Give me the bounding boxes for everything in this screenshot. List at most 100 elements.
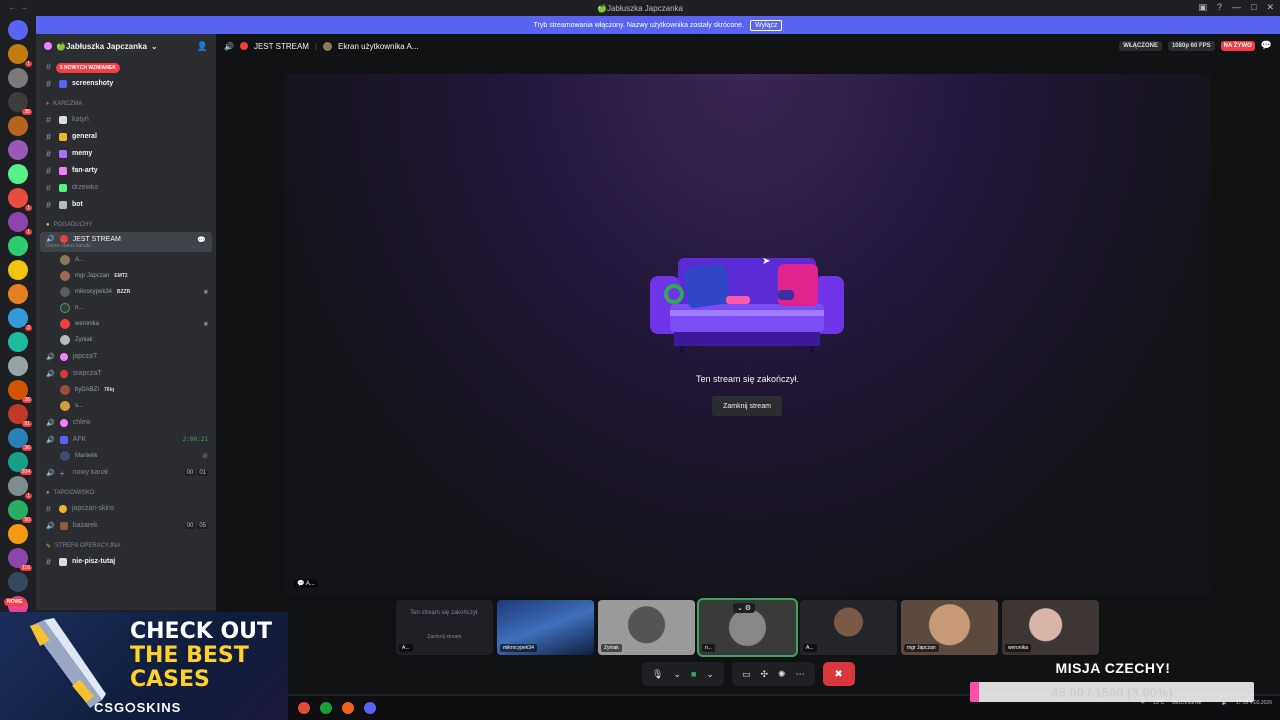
new-mentions-pill[interactable]: 5 NOWYCH WZMIANEK <box>56 63 120 73</box>
leave-stream-button[interactable]: ✖ <box>822 662 855 686</box>
disable-streamer-mode-button[interactable]: Wyłącz <box>749 19 783 31</box>
voice-channel[interactable]: 🔊 srapczaT <box>36 365 216 382</box>
server-icon[interactable] <box>8 116 28 136</box>
new-servers-badge[interactable]: NOWE <box>4 598 26 606</box>
participant-tile[interactable]: Ten stream się zakończył. Zamknij stream… <box>396 600 493 655</box>
help-icon[interactable]: ? <box>1217 2 1222 13</box>
soundboard-icon[interactable]: ✺ <box>778 669 786 680</box>
screen-share-icon[interactable]: ▭ <box>742 669 751 680</box>
more-options-icon[interactable]: ⋯ <box>796 669 805 680</box>
voice-channel[interactable]: 🔊 AFK 2:06:21 <box>36 431 216 448</box>
channel-name: katyń <box>72 116 89 123</box>
activities-icon[interactable]: ✣ <box>760 669 768 680</box>
server-icon[interactable] <box>8 260 28 280</box>
channel-status[interactable]: Ustaw status kanału <box>46 243 91 249</box>
inbox-icon[interactable]: ▣ <box>1198 2 1207 13</box>
participant-tile-selected[interactable]: ⌄ ⚙ n... <box>697 598 798 657</box>
participant-tile[interactable]: weronika <box>1002 600 1099 655</box>
server-icon[interactable] <box>8 68 28 88</box>
channel-item[interactable]: # japczan-skins <box>36 500 216 517</box>
microphone-icon[interactable]: 🎙 <box>652 669 663 680</box>
voice-user[interactable]: byDABZI 76lq <box>36 382 216 398</box>
discord-home-icon[interactable] <box>8 20 28 40</box>
server-icon[interactable]: 50 <box>8 500 32 523</box>
chat-icon[interactable]: 💬 <box>197 236 206 244</box>
server-icon[interactable] <box>8 524 28 544</box>
channel-item[interactable]: # bot <box>36 196 216 213</box>
server-icon[interactable] <box>8 332 28 352</box>
voice-user[interactable]: Maniekk ⊘ <box>36 448 216 464</box>
server-icon[interactable]: 81 <box>8 404 32 427</box>
channel-item[interactable]: # fan-arty <box>36 162 216 179</box>
participant-tile[interactable]: A... <box>800 600 897 655</box>
server-icon[interactable]: 1 <box>8 212 32 235</box>
channel-item[interactable]: # katyń <box>36 111 216 128</box>
channel-name: bot <box>72 201 83 208</box>
voice-user[interactable]: mgr Japczan EMT2 <box>36 268 216 284</box>
camera-icon[interactable]: ■ <box>691 669 696 679</box>
user-name: Zyniak <box>75 337 93 343</box>
channel-item[interactable]: # memy <box>36 145 216 162</box>
server-header[interactable]: 🍏Jabłuszka Japczanka ⌄ 👤 <box>36 34 216 58</box>
category-header[interactable]: ● POGADUCHY <box>36 218 216 232</box>
banner-text: Tryb streamowania włączony. Nazwy użytko… <box>533 21 744 29</box>
server-icon[interactable]: 26 <box>8 380 32 403</box>
server-icon[interactable] <box>8 164 28 184</box>
voice-channel[interactable]: 🔊 + nowy kanał 00 01 <box>36 464 216 481</box>
server-icon[interactable]: 1 <box>8 476 32 499</box>
speaker-icon: 🔊 <box>46 522 55 530</box>
server-icon[interactable] <box>8 356 28 376</box>
voice-channel[interactable]: 🔊 japczaT <box>36 348 216 365</box>
stream-status: WŁĄCZONE 1080p 60 FPS NA ŻYWO 💬 <box>1119 40 1272 51</box>
invite-people-icon[interactable]: 👤 <box>197 41 208 52</box>
server-icon[interactable]: 35 <box>8 92 32 115</box>
chevron-down-icon[interactable]: ⌄ <box>673 669 681 680</box>
voice-user[interactable]: mikrocypek34 BZZR ■ <box>36 284 216 300</box>
category-header[interactable]: ● TARGOWISKO <box>36 486 216 500</box>
voice-channel[interactable]: 🔊 bazarek 00 05 <box>36 517 216 534</box>
voice-user[interactable]: s... <box>36 398 216 414</box>
category-header[interactable]: ✎ STREFA OPERACYJNA <box>36 539 216 553</box>
voice-channel[interactable]: 🔊 chlew <box>36 414 216 431</box>
promo-banner[interactable]: CHECK OUT THE BEST CASES CSG⭘SKINS <box>0 612 288 720</box>
server-icon[interactable]: 204 <box>8 452 32 475</box>
server-icon[interactable]: 1 <box>8 44 32 67</box>
voice-user[interactable]: A... <box>36 252 216 268</box>
brave-browser-icon[interactable] <box>342 702 354 714</box>
channel-emoji-icon <box>59 115 67 124</box>
server-icon[interactable] <box>8 284 28 304</box>
participant-tile[interactable]: mgr Japczan <box>901 600 998 655</box>
live-badge: NA ŻYWO <box>1220 40 1255 51</box>
server-icon[interactable]: 1 <box>8 188 32 211</box>
server-mention-badge: 1 <box>25 61 32 67</box>
user-avatar-icon <box>323 41 333 51</box>
voice-user[interactable]: n... <box>36 300 216 316</box>
server-icon[interactable] <box>8 572 28 592</box>
server-icon[interactable]: 116 <box>8 548 32 571</box>
discord-app-icon[interactable] <box>364 702 376 714</box>
participant-tile[interactable]: mikrocypek34 <box>497 600 594 655</box>
channel-item[interactable]: # screenshoty <box>36 75 216 92</box>
voice-user[interactable]: Zyniak <box>36 332 216 348</box>
tile-actions-icon[interactable]: ⌄ ⚙ <box>733 603 756 613</box>
server-icon[interactable] <box>8 140 28 160</box>
maximize-icon[interactable]: □ <box>1251 2 1256 13</box>
taskbar-app-icon[interactable] <box>298 702 310 714</box>
channel-item[interactable]: # drzewko <box>36 179 216 196</box>
channel-item[interactable]: # nie-pisz-tutaj <box>36 553 216 570</box>
server-icon[interactable]: 2 <box>8 308 32 331</box>
participant-tile[interactable]: Zyniak <box>598 600 695 655</box>
channel-item[interactable]: # general <box>36 128 216 145</box>
category-header[interactable]: ♦ KARCZMA <box>36 97 216 111</box>
chevron-down-icon[interactable]: ⌄ <box>706 669 714 680</box>
voice-user[interactable]: weronika ■ <box>36 316 216 332</box>
close-icon[interactable]: ✕ <box>1266 2 1274 13</box>
close-stream-button[interactable]: Zamknij stream <box>712 396 782 416</box>
server-icon[interactable] <box>8 236 28 256</box>
server-icon[interactable]: 36 <box>8 428 32 451</box>
minimize-icon[interactable]: — <box>1232 2 1241 13</box>
back-forward-icon[interactable]: ← → <box>8 2 29 12</box>
voice-channel-active[interactable]: 🔊 JEST STREAM Ustaw status kanału 💬 <box>40 232 212 252</box>
taskbar-app-icon[interactable] <box>320 702 332 714</box>
chat-icon[interactable]: 💬 <box>1261 40 1272 51</box>
